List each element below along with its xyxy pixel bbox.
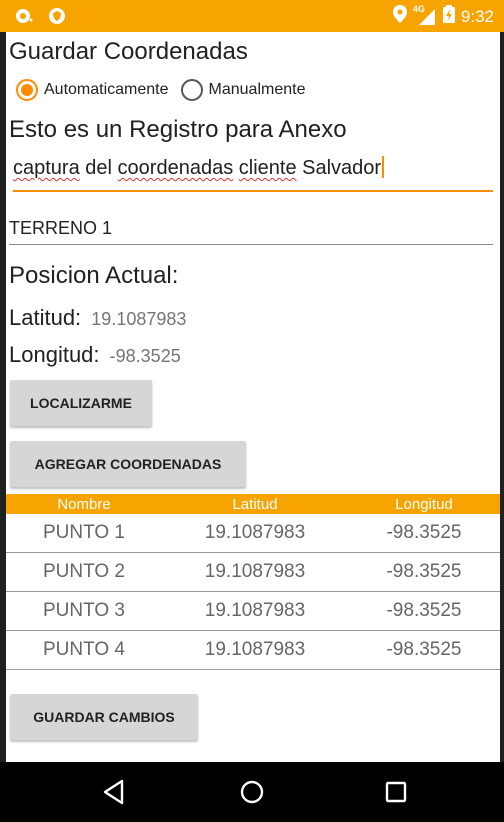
position-title: Posicion Actual: [9, 262, 179, 289]
right-edge [500, 32, 504, 762]
row-latitude: 19.1087983 [204, 639, 306, 660]
shield-icon [48, 7, 66, 30]
latitude-label: Latitud: [9, 305, 82, 330]
header-latitud: Latitud [232, 495, 278, 513]
land-name-input[interactable]: TERRENO 1 [9, 218, 493, 245]
home-icon[interactable] [236, 776, 268, 808]
notification-icon [14, 6, 34, 31]
radio-automatico-label[interactable]: Automaticamente [44, 81, 169, 99]
radio-manual[interactable] [180, 79, 203, 101]
register-label: Esto es un Registro para Anexo [9, 116, 347, 143]
row-name: PUNTO 2 [42, 561, 125, 582]
battery-icon [442, 5, 455, 28]
row-latitude: 19.1087983 [204, 600, 306, 621]
points-table: Nombre Latitud Longitud PUNTO 1 19.10879… [6, 494, 500, 670]
table-header: Nombre Latitud Longitud [6, 494, 500, 514]
description-word: cliente [238, 157, 297, 179]
table-row[interactable]: PUNTO 3 19.1087983 -98.3525 [6, 592, 500, 631]
back-icon[interactable] [98, 776, 130, 808]
save-changes-button[interactable]: GUARDAR CAMBIOS [10, 694, 198, 740]
table-row[interactable]: PUNTO 4 19.1087983 -98.3525 [6, 631, 500, 670]
row-name: PUNTO 1 [42, 522, 125, 543]
app-screen: Guardar Coordenadas Automaticamente Manu… [6, 32, 500, 762]
locate-button[interactable]: LOCALIZARME [10, 380, 152, 426]
description-input[interactable]: captura del coordenadas cliente Salvador [13, 156, 493, 192]
text-cursor [382, 156, 385, 178]
radio-automatico[interactable] [16, 79, 38, 101]
row-latitude: 19.1087983 [204, 561, 306, 582]
description-word: captura [13, 157, 80, 179]
page-title: Guardar Coordenadas [9, 38, 248, 65]
signal-icon: 4G [413, 4, 437, 27]
header-longitud: Longitud [395, 495, 453, 513]
description-word: coordenadas [117, 157, 234, 179]
recents-icon[interactable] [380, 776, 412, 808]
latitude-value: 19.1087983 [91, 309, 187, 329]
table-row[interactable]: PUNTO 2 19.1087983 -98.3525 [6, 553, 500, 592]
longitude-label: Longitud: [9, 342, 100, 367]
row-longitude: -98.3525 [386, 561, 462, 582]
location-icon [392, 5, 407, 28]
mode-radio-group: Automaticamente Manualmente [16, 79, 317, 101]
longitude-value: -98.3525 [109, 346, 181, 366]
longitude-row: Longitud: -98.3525 [9, 342, 181, 368]
radio-manual-label[interactable]: Manualmente [209, 81, 306, 99]
phone-frame: 4G 9:32 Guardar Coordenadas Automaticame… [0, 0, 504, 822]
row-name: PUNTO 3 [42, 600, 125, 621]
description-word: del [85, 157, 112, 179]
navigation-bar [0, 762, 504, 822]
row-name: PUNTO 4 [42, 639, 125, 660]
row-longitude: -98.3525 [386, 600, 462, 621]
description-word: Salvador [302, 157, 382, 179]
latitude-row: Latitud: 19.1087983 [9, 305, 186, 331]
table-row[interactable]: PUNTO 1 19.1087983 -98.3525 [6, 514, 500, 553]
clock: 9:32 [460, 6, 494, 26]
row-latitude: 19.1087983 [204, 522, 306, 543]
row-longitude: -98.3525 [386, 522, 462, 543]
status-bar: 4G 9:32 [0, 0, 504, 32]
add-coordinates-button[interactable]: AGREGAR COORDENADAS [10, 441, 246, 487]
header-nombre: Nombre [57, 495, 111, 513]
row-longitude: -98.3525 [386, 639, 462, 660]
